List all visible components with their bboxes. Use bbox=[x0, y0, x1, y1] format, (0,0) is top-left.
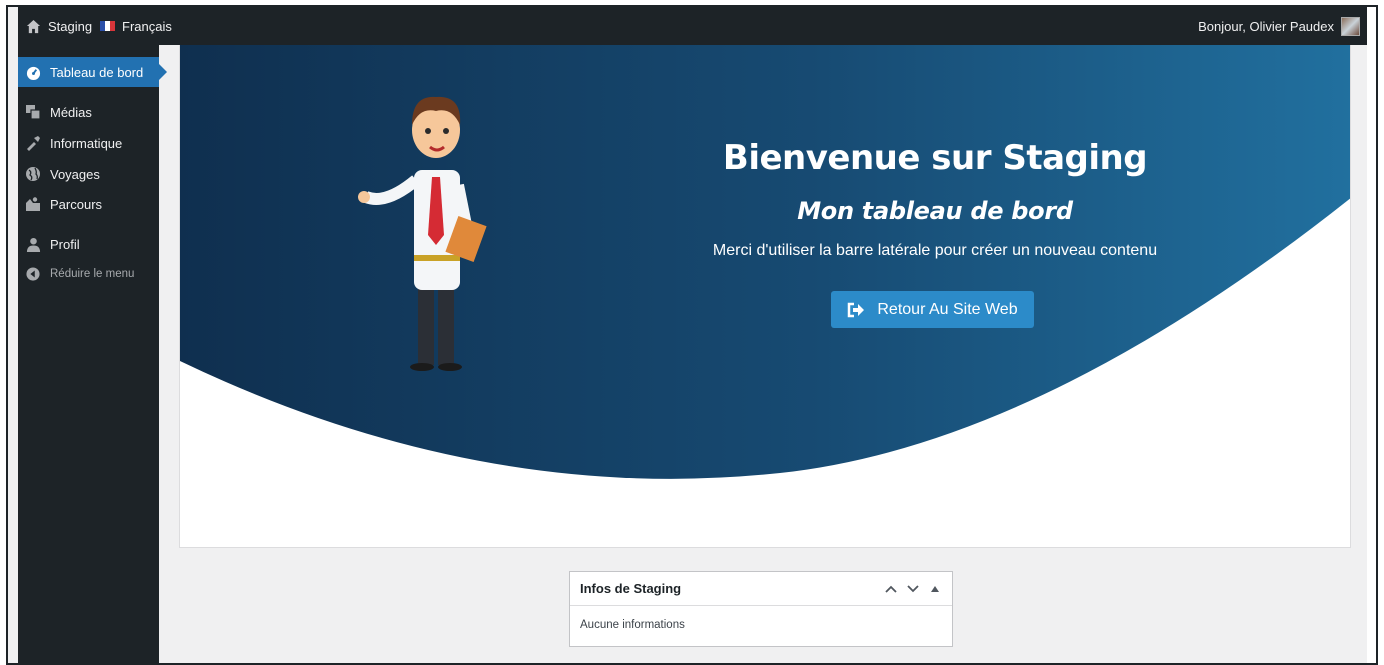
site-name: Staging bbox=[48, 18, 93, 34]
triangle-up-icon bbox=[931, 585, 939, 592]
language-label: Français bbox=[122, 18, 172, 34]
back-to-site-label: Retour Au Site Web bbox=[877, 300, 1018, 318]
sidebar-item-label: Profil bbox=[50, 236, 80, 252]
sidebar-item-informatique[interactable]: Informatique bbox=[18, 128, 159, 158]
chevron-up-icon bbox=[885, 585, 897, 593]
widget-body: Aucune informations bbox=[580, 619, 685, 631]
businessman-illustration bbox=[358, 96, 487, 371]
home-icon bbox=[26, 19, 41, 33]
site-home-link[interactable]: Staging bbox=[26, 7, 92, 45]
toggle-panel-button[interactable] bbox=[926, 580, 944, 598]
collapse-icon bbox=[24, 265, 42, 283]
france-flag-icon bbox=[100, 21, 115, 31]
sidebar-item-label: Réduire le menu bbox=[50, 268, 135, 280]
sidebar-item-media[interactable]: Médias bbox=[18, 97, 159, 127]
widget-title: Infos de Staging bbox=[580, 581, 682, 596]
sidebar-item-label: Parcours bbox=[50, 196, 103, 212]
hiking-icon bbox=[24, 195, 42, 213]
staging-info-widget: Infos de Staging Aucune informations bbox=[569, 571, 953, 647]
back-to-site-button[interactable]: Retour Au Site Web bbox=[831, 291, 1034, 328]
media-icon bbox=[24, 103, 42, 121]
sidebar-item-label: Informatique bbox=[50, 135, 123, 151]
sidebar-item-parcours[interactable]: Parcours bbox=[18, 189, 159, 219]
sidebar-item-dashboard[interactable]: Tableau de bord bbox=[18, 57, 167, 87]
sidebar-item-profil[interactable]: Profil bbox=[18, 229, 159, 259]
greeting-text: Bonjour, Olivier Paudex bbox=[1198, 18, 1334, 34]
dashboard-icon bbox=[24, 63, 42, 81]
admin-bar: Staging Français Bonjour, Olivier Paudex bbox=[18, 7, 1368, 45]
browser-frame: Staging Français Bonjour, Olivier Paudex… bbox=[6, 5, 1378, 665]
hero-subtitle: Mon tableau de bord bbox=[797, 197, 1073, 225]
user-icon bbox=[24, 235, 42, 253]
page-gutter bbox=[1367, 7, 1376, 663]
sidebar-item-label: Tableau de bord bbox=[50, 64, 144, 80]
sign-out-icon bbox=[848, 302, 865, 317]
hero-title: Bienvenue sur Staging bbox=[722, 138, 1148, 178]
hero-description: Merci d'utiliser la barre latérale pour … bbox=[712, 242, 1158, 259]
move-down-button[interactable] bbox=[904, 580, 922, 598]
move-up-button[interactable] bbox=[882, 580, 900, 598]
sidebar-item-voyages[interactable]: Voyages bbox=[18, 159, 159, 189]
user-account-menu[interactable]: Bonjour, Olivier Paudex bbox=[1198, 7, 1360, 45]
avatar bbox=[1341, 16, 1360, 36]
collapse-menu-button[interactable]: Réduire le menu bbox=[18, 259, 159, 289]
widget-header: Infos de Staging bbox=[570, 572, 952, 606]
language-switcher[interactable]: Français bbox=[100, 7, 172, 45]
sidebar-item-label: Médias bbox=[50, 104, 92, 120]
sidebar-item-label: Voyages bbox=[50, 166, 100, 182]
admin-sidebar: Tableau de bord Médias Informatique Voya… bbox=[18, 45, 167, 663]
chevron-down-icon bbox=[907, 584, 919, 592]
welcome-panel: Bienvenue sur Staging Mon tableau de bor… bbox=[179, 45, 1351, 548]
tools-icon bbox=[24, 134, 42, 152]
globe-icon bbox=[24, 165, 42, 183]
